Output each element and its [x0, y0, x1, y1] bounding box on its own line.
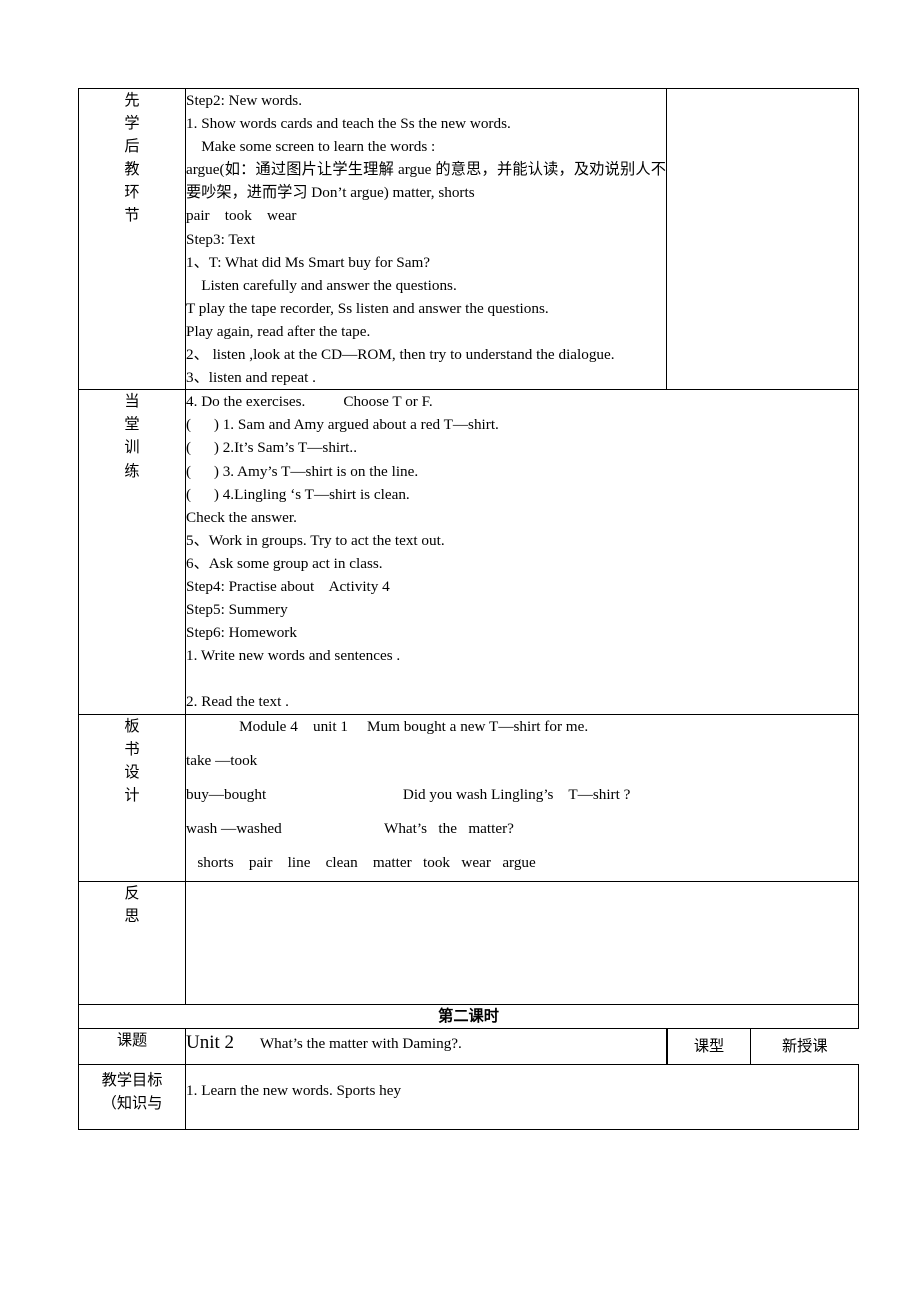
- table-row-topic: 课题 Unit 2 What’s the matter with Daming?…: [78, 1027, 859, 1065]
- topic-value: Unit 2 What’s the matter with Daming?.: [185, 1027, 667, 1065]
- content-line: 2、 listen ,look at the CD—ROM, then try …: [186, 346, 615, 364]
- table-row-reflection: 反 思: [78, 880, 859, 1005]
- content-line: Step4: Practise about Activity 4: [186, 577, 390, 595]
- content-line: 5、Work in groups. Try to act the text ou…: [186, 531, 445, 549]
- objectives-content: 1. Learn the new words. Sports hey: [185, 1063, 859, 1130]
- content-line: Make some screen to learn the words :: [186, 138, 436, 156]
- table-row-second-lesson-heading: 第二课时: [78, 1003, 859, 1029]
- content-line: 1. Show words cards and teach the Ss the…: [186, 115, 511, 133]
- label-char: 先: [124, 91, 140, 109]
- content-line: ( ) 3. Amy’s T—shirt is on the line.: [186, 462, 419, 480]
- row-label-pre-teach: 先 学 后 教 环 节: [78, 87, 186, 391]
- topic-unit: Unit 2: [186, 1031, 235, 1053]
- table-row-practice: 当 堂 训 练 4. Do the exercises. Choose T or…: [78, 389, 859, 715]
- board-line: wash —washed What’s the matter?: [186, 819, 514, 837]
- label-char: 学: [124, 114, 140, 133]
- lesson-type-value: 新授课: [781, 1036, 828, 1055]
- content-line: 6、Ask some group act in class.: [186, 554, 383, 572]
- label-char: 教: [124, 160, 140, 179]
- content-line: 2. Read the text .: [186, 693, 289, 711]
- content-line: 1、T: What did Ms Smart buy for Sam?: [186, 253, 431, 271]
- content-line: pair took wear: [186, 207, 297, 225]
- row-content-board-design: Module 4 unit 1 Mum bought a new T—shirt…: [185, 713, 859, 882]
- label-char: 计: [124, 785, 140, 804]
- document-page: 先 学 后 教 环 节 Step2: New words. 1. Show wo…: [0, 0, 920, 1302]
- row-side-pre-teach: [666, 87, 859, 391]
- content-line: T play the tape recorder, Ss listen and …: [186, 299, 549, 317]
- content-line: Step5: Summery: [186, 601, 288, 619]
- content-line: ( ) 2.It’s Sam’s T—shirt..: [186, 439, 357, 457]
- table-row-pre-teach: 先 学 后 教 环 节 Step2: New words. 1. Show wo…: [78, 87, 859, 391]
- label-char: 反: [124, 883, 140, 902]
- label-char: 当: [124, 392, 140, 411]
- label-char: 设: [124, 762, 140, 781]
- label-char: 堂: [124, 415, 140, 434]
- content-line: Step6: Homework: [186, 624, 297, 642]
- board-line: buy—bought Did you wash Lingling’s T—shi…: [186, 785, 631, 803]
- label-char: 训: [124, 438, 140, 457]
- label-char: 节: [124, 206, 140, 225]
- label-char: 练: [124, 461, 140, 480]
- content-line: ( ) 1. Sam and Amy argued about a red T—…: [186, 416, 499, 434]
- row-label-board-design: 板 书 设 计: [78, 713, 186, 882]
- content-line: [186, 667, 858, 690]
- row-content-pre-teach: Step2: New words. 1. Show words cards an…: [185, 87, 667, 391]
- label-char: 思: [124, 906, 140, 925]
- label-char: 板: [124, 716, 140, 735]
- row-label-practice: 当 堂 训 练: [78, 389, 186, 715]
- topic-label: 课题: [78, 1027, 186, 1065]
- topic-type-wrapper: 课型 新授课: [667, 1028, 859, 1064]
- second-lesson-heading: 第二课时: [78, 1003, 859, 1029]
- content-line: Step2: New words.: [186, 92, 303, 109]
- label-char: 书: [124, 739, 140, 758]
- content-line: Listen carefully and answer the question…: [186, 276, 457, 294]
- label-char: 环: [124, 183, 140, 202]
- table-row-board-design: 板 书 设 计 Module 4 unit 1 Mum bought a new…: [78, 713, 859, 882]
- objectives-label: 教学目标 （知识与: [78, 1063, 186, 1130]
- board-line: take —took: [186, 751, 258, 769]
- objectives-label-line2: （知识与: [101, 1093, 163, 1112]
- row-label-reflection: 反 思: [78, 880, 186, 1005]
- objectives-label-line1: 教学目标: [101, 1070, 163, 1089]
- content-line: 3、listen and repeat .: [186, 369, 316, 387]
- row-content-reflection[interactable]: [185, 880, 859, 1005]
- lesson-type-label: 课型: [667, 1028, 751, 1064]
- table-row-objectives: 教学目标 （知识与 1. Learn the new words. Sports…: [78, 1063, 859, 1130]
- content-line: ( ) 4.Lingling ‘s T—shirt is clean.: [186, 485, 410, 503]
- content-line: Step3: Text: [186, 230, 256, 248]
- lesson-plan-table: 先 学 后 教 环 节 Step2: New words. 1. Show wo…: [78, 87, 859, 1130]
- row-content-practice: 4. Do the exercises. Choose T or F. ( ) …: [185, 389, 859, 715]
- content-line: 1. Write new words and sentences .: [186, 647, 401, 665]
- board-line: Module 4 unit 1 Mum bought a new T—shirt…: [186, 717, 589, 735]
- content-line: 4. Do the exercises. Choose T or F.: [186, 393, 433, 411]
- label-char: 后: [124, 137, 140, 156]
- topic-title: What’s the matter with Daming?.: [259, 1034, 462, 1052]
- content-line: Check the answer.: [186, 508, 297, 526]
- content-line: Play again, read after the tape.: [186, 322, 371, 340]
- board-line: shorts pair line clean matter took wear …: [186, 853, 536, 871]
- content-line: argue(如：通过图片让学生理解 argue 的意思，并能认读，及劝说别人不要…: [186, 161, 666, 202]
